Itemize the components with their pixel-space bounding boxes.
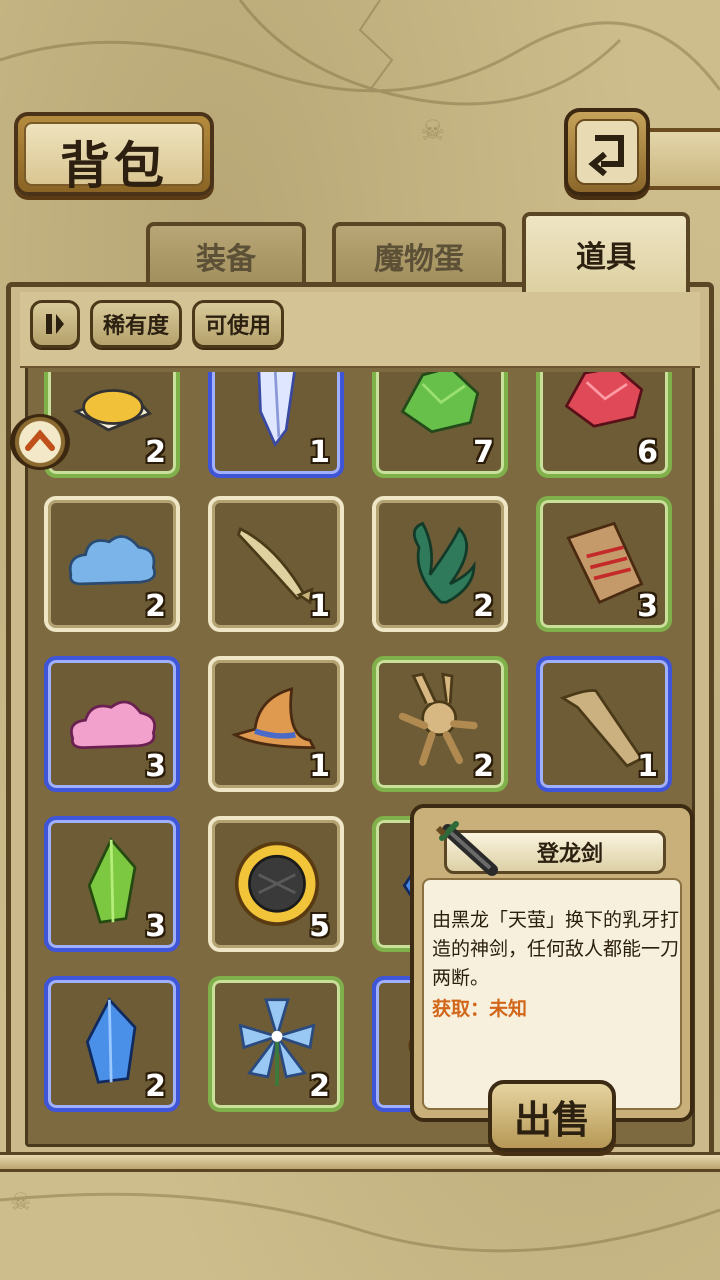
- item-slot[interactable]: 3: [536, 496, 672, 632]
- back-button[interactable]: [564, 108, 650, 196]
- svg-text:☠: ☠: [420, 114, 445, 147]
- item-count: 2: [145, 435, 166, 470]
- item-slot[interactable]: 2: [208, 976, 344, 1112]
- item-slot[interactable]: 6: [536, 372, 672, 478]
- sort-toggle-button[interactable]: [30, 300, 80, 348]
- item-slot[interactable]: 3: [44, 656, 180, 792]
- tab-items-label: 道具: [576, 240, 636, 275]
- item-count: 2: [473, 749, 494, 784]
- pause-sort-icon: [46, 314, 64, 334]
- tooltip-description: 由黑龙「天萤」换下的乳牙打造的神剑，任何敌人都能一刀两断。: [432, 909, 680, 989]
- item-count: 2: [309, 1069, 330, 1104]
- item-count: 1: [309, 589, 330, 624]
- item-slot[interactable]: 1: [208, 496, 344, 632]
- item-count: 1: [309, 749, 330, 784]
- title-plate: 背包: [14, 112, 214, 196]
- item-slot[interactable]: 2: [44, 976, 180, 1112]
- item-count: 2: [145, 1069, 166, 1104]
- tab-equipment-label: 装备: [196, 242, 256, 277]
- item-count: 1: [637, 749, 658, 784]
- item-count: 3: [145, 749, 166, 784]
- item-count: 6: [637, 435, 658, 470]
- bottom-rail: [0, 1152, 720, 1172]
- item-count: 7: [473, 435, 494, 470]
- item-count: 3: [145, 909, 166, 944]
- item-slot[interactable]: 2: [44, 496, 180, 632]
- tab-items[interactable]: 道具: [522, 212, 690, 292]
- item-count: 3: [637, 589, 658, 624]
- item-slot[interactable]: 3: [44, 816, 180, 952]
- back-arrow-icon: [568, 112, 646, 192]
- item-count: 2: [145, 589, 166, 624]
- tab-monster-eggs-label: 魔物蛋: [374, 242, 464, 277]
- rarity-filter-button[interactable]: 稀有度: [90, 300, 183, 348]
- filter-buttons: 稀有度 可使用: [30, 300, 285, 350]
- header-bar: [644, 128, 720, 190]
- item-tooltip: 登龙剑 由黑龙「天萤」换下的乳牙打造的神剑，任何敌人都能一刀两断。 获取：未知: [410, 804, 694, 1122]
- tab-bar: 装备 魔物蛋 道具: [14, 212, 706, 292]
- item-slot[interactable]: 2: [372, 496, 508, 632]
- tab-equipment[interactable]: 装备: [146, 222, 306, 286]
- page-title: 背包: [60, 136, 168, 195]
- item-slot[interactable]: 1: [536, 656, 672, 792]
- chevron-up-icon: [25, 429, 55, 451]
- item-slot[interactable]: 2: [372, 656, 508, 792]
- item-count: 1: [309, 435, 330, 470]
- usable-filter-button[interactable]: 可使用: [192, 300, 285, 348]
- item-count: 2: [473, 589, 494, 624]
- svg-text:☠: ☠: [10, 1188, 32, 1216]
- sword-icon: [435, 821, 498, 876]
- item-count: 5: [309, 909, 330, 944]
- tooltip-obtain: 获取：未知: [432, 998, 528, 1020]
- item-slot[interactable]: 1: [208, 656, 344, 792]
- item-slot[interactable]: 7: [372, 372, 508, 478]
- scroll-up-button[interactable]: [10, 414, 70, 470]
- sell-button[interactable]: 出售: [488, 1080, 616, 1152]
- item-slot[interactable]: 5: [208, 816, 344, 952]
- tab-monster-eggs[interactable]: 魔物蛋: [332, 222, 506, 286]
- item-slot[interactable]: 1: [208, 372, 344, 478]
